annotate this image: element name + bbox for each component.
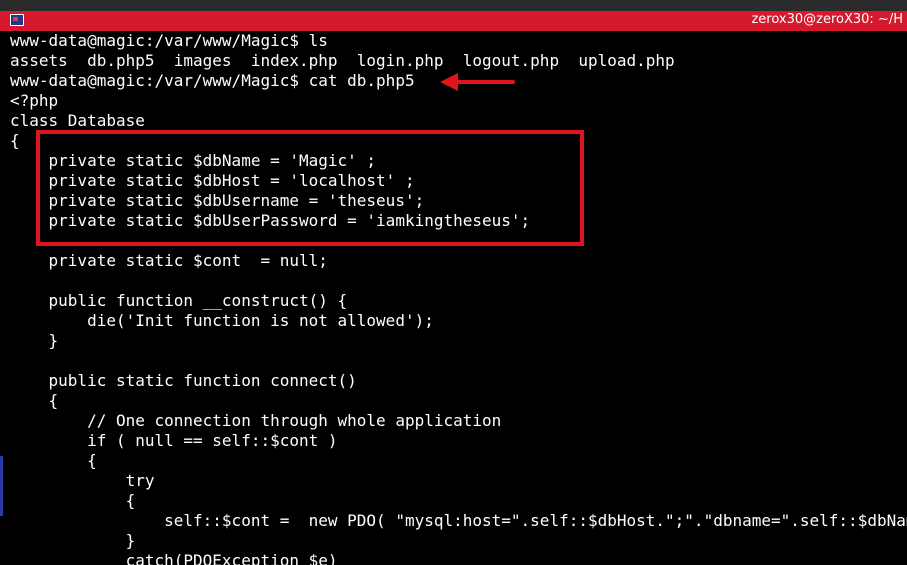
- terminal-line: }: [10, 531, 136, 550]
- terminal-line: www-data@magic:/var/www/Magic$ ls: [10, 31, 328, 50]
- tab-strip: [0, 0, 907, 11]
- terminal-line: {: [10, 491, 136, 510]
- terminal-line: private static $cont = null;: [10, 251, 328, 270]
- terminal-line: if ( null == self::$cont ): [10, 431, 338, 450]
- terminal-line: public static function connect(): [10, 371, 357, 390]
- terminal-line: {: [10, 451, 97, 470]
- terminal-line: catch(PDOException $e): [10, 551, 338, 565]
- credentials-highlight-box: [36, 130, 584, 246]
- window-title: zerox30@zeroX30: ~/H: [751, 12, 903, 27]
- terminal-line: <?php: [10, 91, 59, 110]
- terminal-line: assets db.php5 images index.php login.ph…: [10, 51, 675, 70]
- window-edge-marker: [0, 456, 3, 516]
- terminal-line: die('Init function is not allowed');: [10, 311, 434, 330]
- terminal-line: // One connection through whole applicat…: [10, 411, 502, 430]
- terminal-line: class Database: [10, 111, 145, 130]
- left-arrow-icon: [440, 73, 515, 91]
- terminal-line: }: [10, 331, 59, 350]
- terminal-output[interactable]: www-data@magic:/var/www/Magic$ ls assets…: [10, 31, 907, 565]
- terminal-app-icon: [10, 14, 24, 26]
- terminal-line: public function __construct() {: [10, 291, 348, 310]
- terminal-window: zerox30@zeroX30: ~/H www-data@magic:/var…: [0, 0, 907, 565]
- terminal-line: {: [10, 391, 59, 410]
- title-bar: zerox30@zeroX30: ~/H: [0, 0, 907, 31]
- terminal-line: try: [10, 471, 155, 490]
- terminal-line: self::$cont = new PDO( "mysql:host=".sel…: [10, 511, 907, 530]
